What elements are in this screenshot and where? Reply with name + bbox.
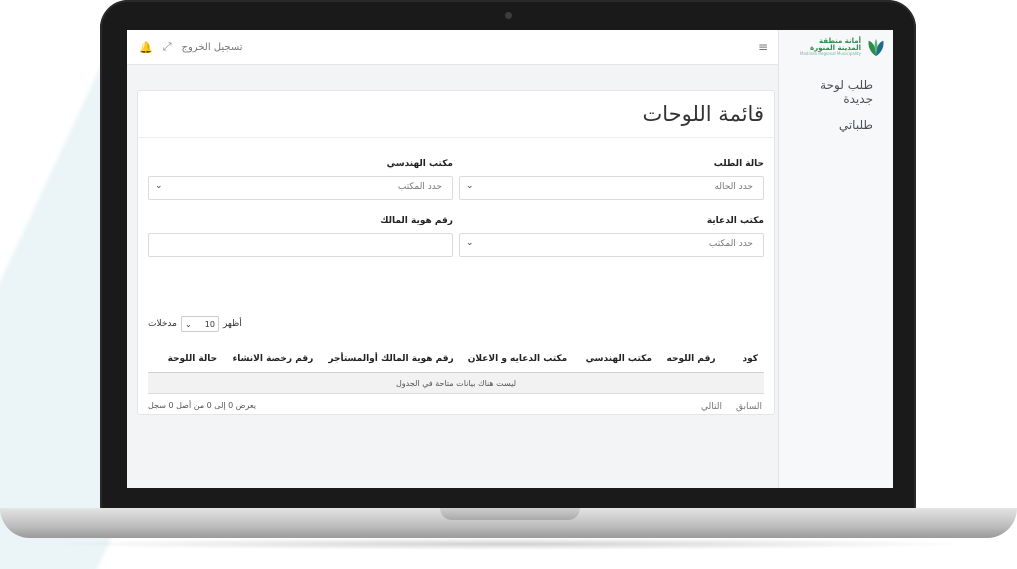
logo-leaf-icon (868, 38, 884, 57)
owner-id-label: رقم هوية المالك (380, 216, 453, 226)
next-page-button[interactable]: التالي (701, 402, 722, 412)
engineering-office-group: مكتب الهندسي حدد المكتب ⌄ (148, 159, 453, 200)
column-header[interactable]: رقم اللوحه (658, 354, 722, 364)
request-status-select[interactable]: حدد الحاله ⌄ (459, 176, 764, 200)
table-info: يعرض 0 إلى 0 من أصل 0 سجل (148, 401, 256, 410)
owner-id-group: رقم هوية المالك (148, 216, 453, 257)
chevron-down-icon: ⌄ (466, 238, 474, 248)
column-header[interactable]: حالة اللوحة (148, 354, 223, 364)
advertising-office-group: مكتب الدعاية حدد المكتب ⌄ (459, 216, 764, 257)
entries-label: مدخلات (148, 319, 177, 329)
previous-page-button[interactable]: السابق (736, 402, 762, 412)
sidebar-item-new-board-request[interactable]: طلب لوحة جديدة (779, 72, 885, 112)
chevron-down-icon: ⌄ (466, 181, 474, 191)
column-header[interactable]: مكتب الهندسي (573, 354, 658, 364)
topbar-actions: تسجيل الخروج ⤢ 🔔 (139, 40, 243, 54)
card-header: قائمة اللوحات (138, 91, 774, 138)
page-length-control: أظهر 10 ⌄ مدخلات (148, 316, 242, 332)
empty-table-row: ليست هناك بيانات متاحة في الجدول (148, 373, 764, 394)
owner-id-input[interactable] (148, 233, 453, 257)
request-status-label: حالة الطلب (713, 159, 764, 169)
request-status-placeholder: حدد الحاله (714, 182, 753, 192)
column-header[interactable]: مكتب الدعايه و الاعلان (460, 354, 574, 364)
engineering-office-placeholder: حدد المكتب (397, 182, 442, 192)
chevron-down-icon: ⌄ (155, 181, 163, 191)
topbar: ≡ تسجيل الخروج ⤢ 🔔 (127, 30, 778, 65)
app-screen: أمانة منطقة المدينة المنورة Madinah Regi… (127, 30, 893, 488)
boards-card: قائمة اللوحات حالة الطلب حدد الحاله ⌄ مك… (137, 90, 775, 415)
logo-line-3: Madinah Regional Municipality (800, 51, 861, 56)
column-header[interactable]: رقم رخصة الانشاء (223, 354, 319, 364)
engineering-office-label: مكتب الهندسي (386, 159, 453, 169)
request-status-group: حالة الطلب حدد الحاله ⌄ (459, 159, 764, 200)
page-length-select[interactable]: 10 ⌄ (180, 316, 219, 332)
bell-icon[interactable]: 🔔 (139, 41, 153, 54)
logout-link[interactable]: تسجيل الخروج (182, 42, 243, 53)
show-label: أظهر (222, 319, 242, 329)
advertising-office-placeholder: حدد المكتب (708, 239, 753, 249)
sidebar-item-my-requests[interactable]: طلباتي (779, 112, 885, 138)
sidebar: أمانة منطقة المدينة المنورة Madinah Regi… (778, 30, 893, 488)
logo[interactable]: أمانة منطقة المدينة المنورة Madinah Regi… (779, 30, 893, 64)
fullscreen-icon[interactable]: ⤢ (163, 40, 172, 54)
laptop-shadow (40, 538, 977, 550)
engineering-office-select[interactable]: حدد المكتب ⌄ (148, 176, 453, 200)
pagination: السابق التالي (701, 402, 762, 412)
table-header: كود رقم اللوحه مكتب الهندسي مكتب الدعايه… (148, 346, 764, 373)
hamburger-menu-icon[interactable]: ≡ (758, 40, 768, 54)
laptop-notch (440, 508, 580, 520)
page-title: قائمة اللوحات (642, 102, 764, 126)
boards-table: كود رقم اللوحه مكتب الهندسي مكتب الدعايه… (148, 346, 764, 394)
column-header[interactable]: رقم هوية المالك أوالمستأجر (319, 354, 459, 364)
advertising-office-select[interactable]: حدد المكتب ⌄ (459, 233, 764, 257)
advertising-office-label: مكتب الدعاية (706, 216, 764, 226)
column-header[interactable]: كود (722, 354, 764, 364)
page-length-value: 10 (204, 319, 215, 329)
logo-text: أمانة منطقة المدينة المنورة Madinah Regi… (800, 38, 861, 56)
camera (505, 12, 512, 19)
chevron-down-icon: ⌄ (184, 319, 192, 329)
